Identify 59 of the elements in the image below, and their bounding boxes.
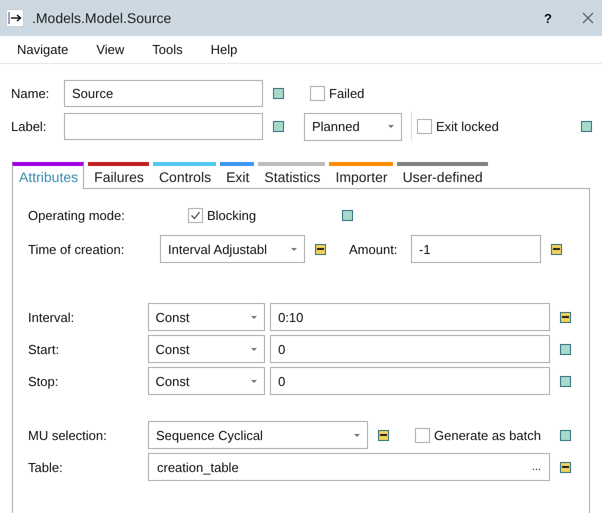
label-field[interactable] <box>64 113 263 140</box>
checkbox[interactable] <box>310 86 325 101</box>
tab[interactable]: Importer <box>329 162 393 188</box>
menu-item[interactable]: Tools <box>152 42 183 57</box>
inheritance-marker[interactable] <box>378 430 389 440</box>
window-title: .Models.Model.Source <box>32 10 172 26</box>
close-icon[interactable] <box>582 12 594 24</box>
mu-selection-dropdown[interactable]: Sequence Cyclical <box>148 421 368 449</box>
distribution-dropdown[interactable]: Const <box>148 335 266 363</box>
checkbox-label: Failed <box>329 86 364 101</box>
name-field[interactable]: Source <box>64 80 263 107</box>
browse-button[interactable]: ... <box>532 461 541 473</box>
inheritance-marker[interactable] <box>560 344 571 354</box>
creation-dropdown[interactable]: Interval Adjustabl <box>160 235 305 263</box>
value-field[interactable]: 0 <box>270 335 550 363</box>
inheritance-marker[interactable] <box>560 462 571 472</box>
field-label: Stop: <box>28 374 60 388</box>
menu-item[interactable]: Navigate <box>17 42 68 57</box>
inheritance-marker[interactable] <box>560 312 571 322</box>
distribution-dropdown[interactable]: Const <box>148 303 266 331</box>
field-label: Start: <box>28 342 60 356</box>
checkbox[interactable] <box>415 428 430 442</box>
field-label: MU selection: <box>28 428 108 442</box>
inheritance-marker[interactable] <box>551 244 562 254</box>
amount-field[interactable]: -1 <box>411 235 541 263</box>
field-label: Name: <box>11 86 50 101</box>
inheritance-marker[interactable] <box>273 88 284 99</box>
checkbox[interactable] <box>188 208 203 222</box>
inheritance-marker[interactable] <box>581 121 592 132</box>
value-field[interactable]: 0:10 <box>270 303 550 331</box>
tab[interactable]: User-defined <box>396 162 488 188</box>
checkbox-label: Generate as batch <box>434 428 541 442</box>
field-label: Table: <box>28 460 64 474</box>
inheritance-marker[interactable] <box>315 244 326 254</box>
tab[interactable]: Controls <box>152 162 216 188</box>
menu-item[interactable]: Help <box>210 42 238 57</box>
status-dropdown[interactable]: Planned <box>304 112 402 140</box>
inheritance-marker[interactable] <box>560 376 571 386</box>
tab[interactable]: Failures <box>88 162 149 188</box>
tab[interactable]: Attributes <box>12 162 84 189</box>
field-label: Interval: <box>28 310 76 324</box>
field-label: Time of creation: <box>28 242 126 256</box>
inheritance-marker[interactable] <box>273 121 284 132</box>
inheritance-marker[interactable] <box>342 210 354 220</box>
help-button[interactable]: ? <box>544 10 552 26</box>
value-field[interactable]: 0 <box>270 367 550 395</box>
tab[interactable]: Exit <box>220 162 254 188</box>
field-label: Amount: <box>349 242 398 256</box>
tab[interactable]: Statistics <box>258 162 326 188</box>
menu-item[interactable]: View <box>96 42 124 57</box>
field-label: Operating mode: <box>28 208 126 222</box>
inheritance-marker[interactable] <box>560 430 571 440</box>
checkbox-label: Blocking <box>207 208 256 222</box>
checkbox-label: Exit locked <box>436 119 499 134</box>
distribution-dropdown[interactable]: Const <box>148 367 266 395</box>
checkbox[interactable] <box>417 119 432 134</box>
field-label: Label: <box>11 119 48 134</box>
table-field[interactable]: creation_table <box>157 460 239 474</box>
check-icon <box>190 210 201 220</box>
